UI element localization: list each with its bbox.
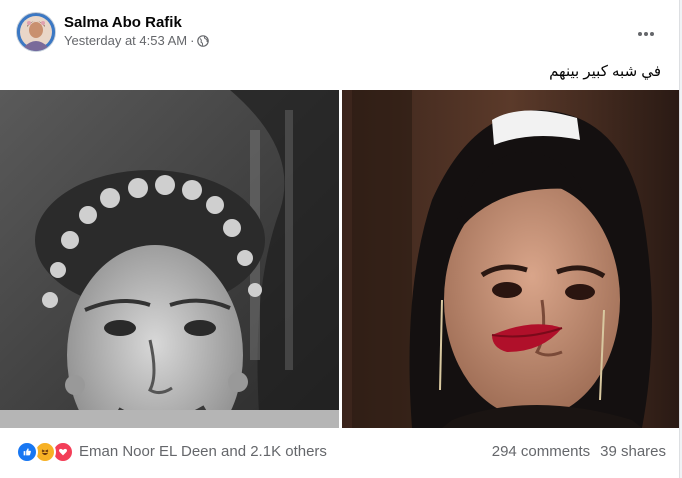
shares-count[interactable]: 39 shares <box>600 443 666 460</box>
comments-count[interactable]: 294 comments <box>492 443 590 460</box>
photo-grid <box>0 90 679 428</box>
meta-separator: · <box>190 33 195 48</box>
like-icon <box>16 441 38 463</box>
more-horizontal-icon[interactable] <box>628 16 664 52</box>
post-header: Salma Abo Rafik Yesterday at 4:53 AM · <box>16 12 666 52</box>
photo-left[interactable] <box>0 90 339 428</box>
post-caption: في شبه كبير بينهم <box>549 63 661 80</box>
post-timestamp[interactable]: Yesterday at 4:53 AM <box>64 33 187 48</box>
reactors-summary[interactable]: Eman Noor EL Deen and 2.1K others <box>79 443 327 460</box>
reaction-icons[interactable] <box>16 441 74 463</box>
engagement-counts: 294 comments 39 shares <box>492 443 666 460</box>
globe-icon[interactable] <box>197 34 210 47</box>
post-meta: Yesterday at 4:53 AM · <box>64 33 210 48</box>
post-footer: Eman Noor EL Deen and 2.1K others 294 co… <box>16 436 666 466</box>
author-avatar[interactable] <box>16 12 56 52</box>
post-card: Salma Abo Rafik Yesterday at 4:53 AM · ف… <box>0 0 680 478</box>
photo-right[interactable] <box>342 90 679 428</box>
author-name[interactable]: Salma Abo Rafik <box>64 14 182 31</box>
